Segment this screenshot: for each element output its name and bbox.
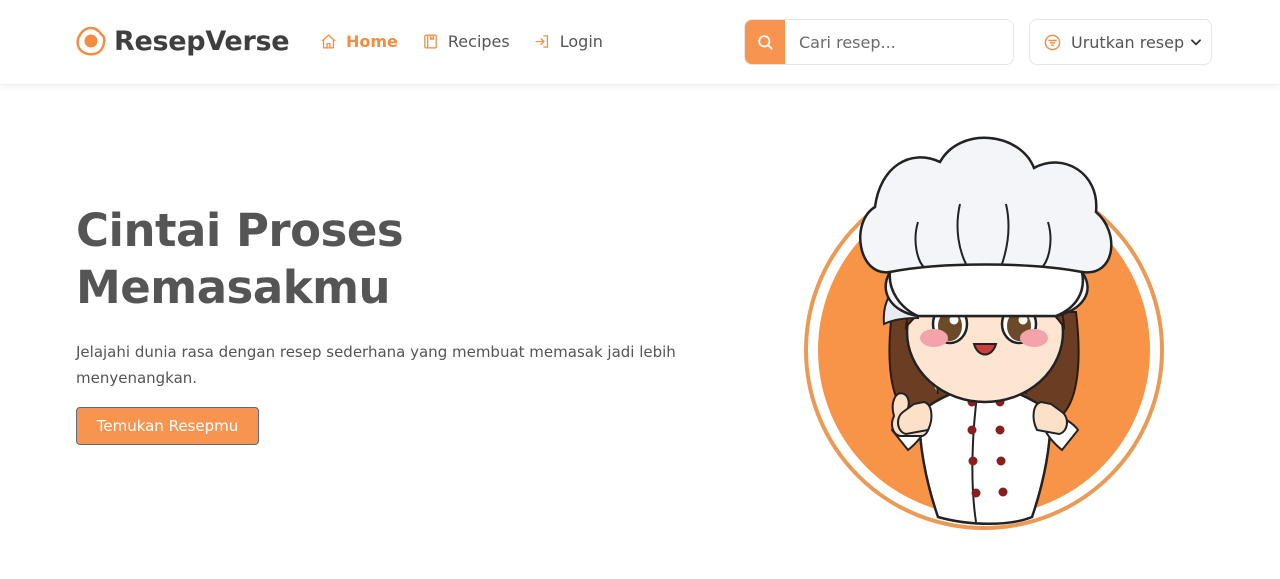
find-recipe-button[interactable]: Temukan Resepmu: [76, 407, 259, 445]
nav-login[interactable]: Login: [534, 30, 603, 52]
search-bar: [744, 19, 1014, 65]
login-icon: [535, 34, 548, 48]
chevron-down-icon: [1191, 39, 1202, 46]
nav-recipes[interactable]: Recipes: [422, 30, 510, 52]
brand-link[interactable]: ResepVerse: [76, 24, 290, 58]
sort-label: Urutkan resep: [1071, 32, 1185, 52]
search-input[interactable]: [785, 20, 1013, 64]
nav-home-label: Home: [346, 31, 398, 51]
filter-icon: [1044, 34, 1061, 50]
home-icon: [321, 33, 336, 49]
search-icon: [757, 34, 773, 50]
nav-login-label: Login: [559, 31, 603, 51]
brand-name: ResepVerse: [114, 25, 290, 57]
hero-title-line1: Cintai Proses: [76, 204, 404, 257]
hero-title: Cintai Proses Memasakmu: [76, 202, 596, 316]
book-icon: [424, 33, 437, 49]
hero-subtitle: Jelajahi dunia rasa dengan resep sederha…: [76, 343, 676, 387]
search-button[interactable]: [745, 20, 785, 64]
nav-recipes-label: Recipes: [447, 31, 510, 51]
sort-dropdown[interactable]: Urutkan resep: [1029, 19, 1212, 65]
navbar: ResepVerse Home Recipes Login Cari resep…: [0, 0, 1280, 85]
main-nav: Home Recipes Login: [320, 30, 603, 52]
fried-egg-icon: [76, 26, 106, 56]
chef-girl-illustration: [804, 136, 1164, 530]
hero-title-line2: Memasakmu: [76, 261, 391, 314]
nav-home[interactable]: Home: [320, 30, 398, 52]
